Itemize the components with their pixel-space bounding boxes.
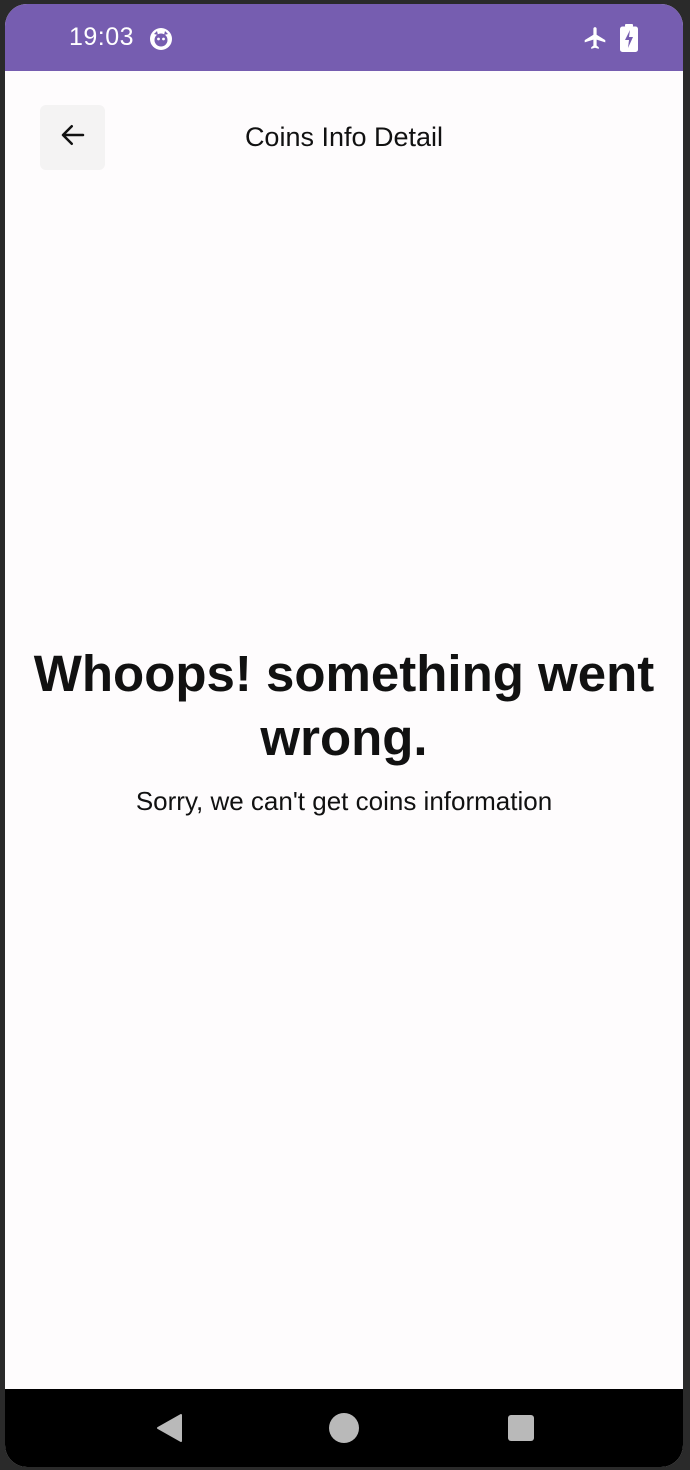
error-title: Whoops! something went wrong. [33, 645, 655, 766]
nav-back-icon[interactable] [155, 1413, 183, 1443]
top-app-bar: Coins Info Detail [5, 71, 683, 206]
status-time: 19:03 [69, 23, 135, 51]
status-bar: 19:03 [5, 4, 683, 71]
system-navigation-bar [5, 1389, 683, 1467]
nav-home-icon[interactable] [329, 1413, 359, 1443]
error-state: Whoops! something went wrong. Sorry, we … [5, 642, 683, 817]
nav-recents-icon[interactable] [508, 1415, 534, 1441]
battery-charging-icon [620, 24, 638, 52]
notification-app-icon [149, 27, 173, 51]
page-title: Coins Info Detail [244, 122, 444, 152]
error-message: Sorry, we can't get coins information [135, 786, 553, 816]
airplane-mode-icon [582, 25, 608, 51]
phone-screen: 19:03 Coins Info Detail Whoops! somethin… [5, 4, 683, 1467]
